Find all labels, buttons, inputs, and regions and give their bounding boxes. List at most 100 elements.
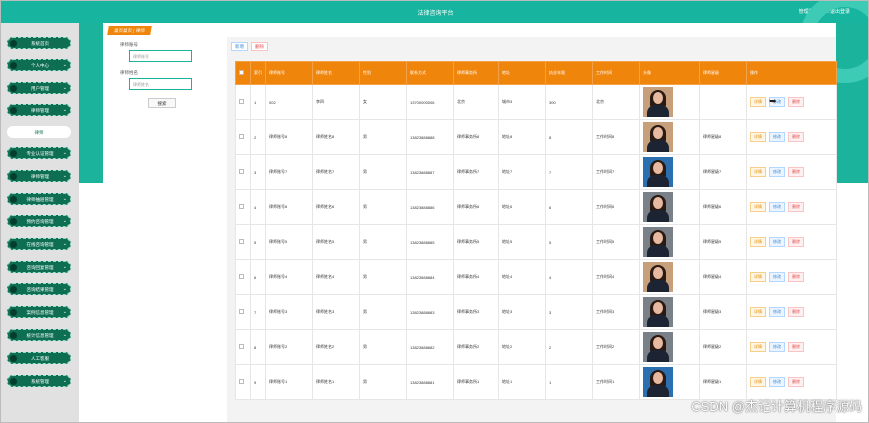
delete-button[interactable]: 删除 [788,132,804,142]
avatar [643,367,673,397]
lawyer-no-label: 律师账号 [120,42,138,47]
settings-icon [10,378,17,385]
cell-time: 工作时间7 [592,154,640,190]
cell-time: 工作时间2 [592,329,640,365]
delete-button[interactable]: 删除 [788,377,804,387]
batch-delete-button[interactable]: 删除 [251,42,268,51]
edit-button[interactable]: 修改 [769,342,785,352]
cell-phone: 13823888884 [406,259,454,295]
chat-icon [10,241,17,248]
column-header: 工作时间 [592,61,640,85]
delete-button[interactable]: 删除 [788,202,804,212]
cell-time: 北京 [592,84,640,120]
delete-button[interactable]: 删除 [788,167,804,177]
cell-actions: 详情 修改 删除 [746,364,837,400]
row-checkbox-cell[interactable] [235,154,251,190]
detail-button[interactable]: 详情 [750,132,766,142]
row-checkbox[interactable] [239,274,244,279]
edit-button[interactable]: 修改 [769,307,785,317]
sidebar-item-6[interactable]: 律师管理 ⌄ [7,170,71,182]
row-checkbox[interactable] [239,239,244,244]
delete-button[interactable]: 删除 [788,237,804,247]
detail-button[interactable]: 详情 [750,237,766,247]
row-checkbox-cell[interactable] [235,259,251,295]
add-button[interactable]: 新增 [231,42,248,51]
badge-icon [10,150,17,157]
delete-button[interactable]: 删除 [788,342,804,352]
sidebar-item-7[interactable]: 律师抽屉管理 ⌄ [7,193,71,205]
cell-actions: 详情 修改 删除 [746,224,837,260]
sidebar-item-3[interactable]: 律师管理 ⌄ [7,104,71,116]
detail-button[interactable]: 详情 [750,272,766,282]
sidebar-item-9[interactable]: 在线咨询管理 ⌄ [7,238,71,250]
detail-button[interactable]: 详情 [750,202,766,212]
sidebar-item-8[interactable]: 预约咨询管理 ⌄ [7,215,71,227]
sidebar-item-15[interactable]: 系统管理 ⌄ [7,375,71,387]
row-checkbox[interactable] [239,309,244,314]
edit-button[interactable]: 修改 [769,237,785,247]
cell-idx: 4 [250,189,266,225]
lawyer-no-input[interactable]: 律师账号 [129,50,192,62]
detail-button[interactable]: 详情 [750,377,766,387]
sidebar-item-label: 律师管理 [31,174,49,179]
column-header: 地址 [498,61,546,85]
sidebar-item-11[interactable]: 咨询结果管理 ⌄ [7,283,71,295]
detail-button[interactable]: 详情 [750,342,766,352]
cell-idx: 2 [250,119,266,155]
sidebar-item-0[interactable]: 系统首页 [7,37,71,49]
detail-button[interactable]: 详情 [750,97,766,107]
row-checkbox[interactable] [239,169,244,174]
breadcrumb-home[interactable]: 首页首页 [114,28,133,33]
detail-button[interactable]: 详情 [750,307,766,317]
search-button[interactable]: 搜索 [148,98,176,108]
table-row: 7 律师账号3 律师姓名3 男 13823888883 律师事务所3 地址3 3 工作时间3 律师… [235,294,837,330]
row-checkbox-cell[interactable] [235,364,251,400]
detail-button[interactable]: 详情 [750,167,766,177]
cell-name: 李四 [312,84,360,120]
cell-name: 律师姓名7 [312,154,360,190]
edit-button[interactable]: 修改 [769,202,785,212]
edit-button[interactable]: 修改 [769,167,785,177]
row-checkbox[interactable] [239,379,244,384]
sidebar-item-1[interactable]: 个人中心 ⌄ [7,59,71,71]
delete-button[interactable]: 删除 [788,272,804,282]
sidebar-item-2[interactable]: 用户管理 ⌄ [7,82,71,94]
edit-button[interactable]: 修改 [769,272,785,282]
cell-time: 工作时间6 [592,189,640,225]
lawyer-name-input[interactable]: 律师姓名 [129,78,192,90]
avatar [643,227,673,257]
cell-star: 律师星级1 [699,364,747,400]
row-checkbox-cell[interactable] [235,224,251,260]
row-checkbox[interactable] [239,134,244,139]
row-checkbox[interactable] [239,99,244,104]
row-checkbox[interactable] [239,204,244,209]
row-checkbox-cell[interactable] [235,189,251,225]
cell-years: 2 [545,329,593,365]
sidebar-item-5[interactable]: 专业认证管理 ⌄ [7,147,71,159]
row-checkbox-cell[interactable] [235,84,251,120]
sidebar-item-4[interactable]: 律师 [7,126,71,138]
column-header[interactable] [235,61,251,85]
service-icon [10,355,17,362]
sidebar-item-label: 系统管理 [31,379,49,384]
top-header: 法律咨询平台 管理员 admin 退出登录 [1,1,868,23]
row-checkbox-cell[interactable] [235,119,251,155]
row-checkbox[interactable] [239,344,244,349]
sidebar-item-12[interactable]: 案例信息管理 ⌄ [7,306,71,318]
edit-button[interactable]: 修改 [769,132,785,142]
delete-button[interactable]: 删除 [788,307,804,317]
sidebar-item-14[interactable]: 人工客服 [7,352,71,364]
cell-photo [639,119,700,155]
cell-addr: 地址8 [498,119,546,155]
sidebar-item-13[interactable]: 统计信息管理 ⌄ [7,329,71,341]
row-checkbox-cell[interactable] [235,329,251,365]
sidebar-item-10[interactable]: 咨询回复管理 ⌄ [7,261,71,273]
delete-button[interactable]: 删除 [788,97,804,107]
edit-button[interactable]: 修改 [769,377,785,387]
cell-star: 律师星级6 [699,189,747,225]
cell-idx: 8 [250,329,266,365]
cell-gender: 男 [359,294,407,330]
row-checkbox-cell[interactable] [235,294,251,330]
cell-time: 工作时间8 [592,119,640,155]
select-all-checkbox[interactable] [239,70,244,75]
